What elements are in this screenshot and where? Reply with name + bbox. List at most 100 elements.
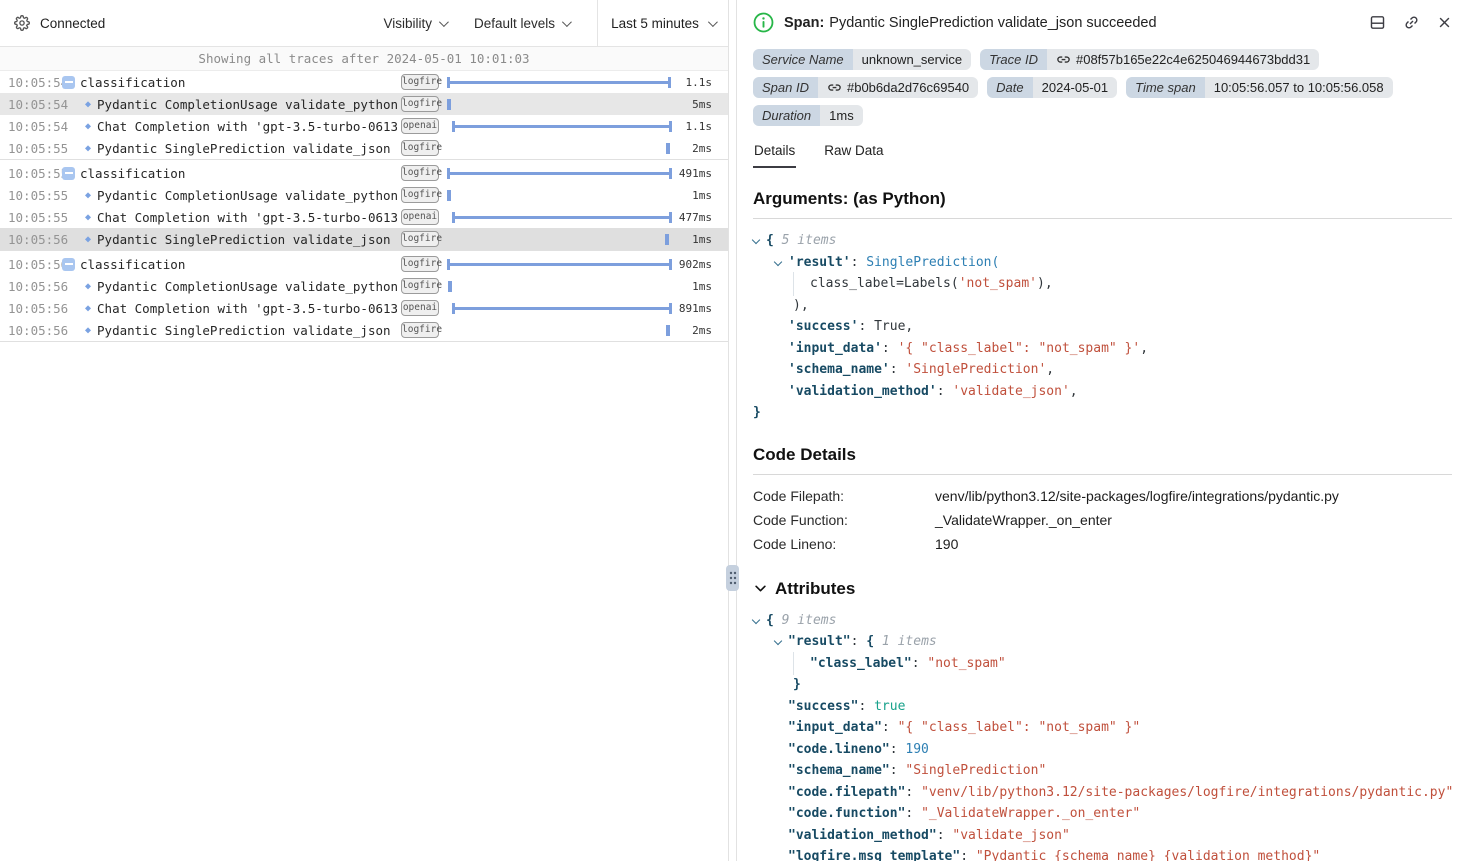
span-diamond-icon: ◆ xyxy=(85,303,91,314)
trace-row[interactable]: 10:05:54◆Pydantic CompletionUsage valida… xyxy=(0,93,728,115)
meta-badge: Service Nameunknown_service xyxy=(753,49,971,70)
trace-timestamp: 10:05:56 xyxy=(0,232,62,247)
trace-list: 10:05:54classificationlogfire1.1s10:05:5… xyxy=(0,71,728,344)
meta-badge[interactable]: Trace ID#08f57b165e22c4e625046944673bdd3… xyxy=(980,49,1319,70)
tree-line: "validation_method": "validate_json" xyxy=(753,825,1452,847)
settings-gear-icon[interactable] xyxy=(14,15,30,31)
duration-label: 491ms xyxy=(673,167,728,180)
token-punct: { xyxy=(766,613,774,628)
duration-bar-segment xyxy=(452,125,672,128)
token-key: "success" xyxy=(788,699,858,714)
visibility-dropdown[interactable]: Visibility xyxy=(383,16,446,31)
duration-label: 1ms xyxy=(673,233,728,246)
duration-bar xyxy=(447,162,673,184)
token-key: "code.lineno" xyxy=(788,742,890,757)
token-plain: : True, xyxy=(858,319,913,334)
link-icon xyxy=(827,80,842,95)
trace-timestamp: 10:05:55 xyxy=(0,210,62,225)
tree-line: "input_data": "{ "class_label": "not_spa… xyxy=(753,717,1452,739)
token-key: "validation_method" xyxy=(788,828,937,843)
duration-bar xyxy=(447,71,673,93)
panel-drag-handle[interactable] xyxy=(726,565,739,591)
instrumentation-badge: openai xyxy=(401,209,439,225)
duration-bar xyxy=(447,184,673,206)
indent-guide xyxy=(793,272,794,296)
span-diamond-icon: ◆ xyxy=(85,281,91,292)
row-lead: ◆ xyxy=(62,325,97,336)
token-plain: , xyxy=(1070,384,1078,399)
trace-row[interactable]: 10:05:55◆Pydantic SinglePrediction valid… xyxy=(0,137,728,159)
attributes-heading[interactable]: Attributes xyxy=(753,579,1452,599)
chevron-down-icon xyxy=(562,17,572,27)
tree-line: } xyxy=(753,402,1452,424)
duration-label: 1ms xyxy=(673,189,728,202)
trace-row[interactable]: 10:05:56◆Pydantic SinglePrediction valid… xyxy=(0,228,728,250)
trace-row[interactable]: 10:05:56◆Pydantic CompletionUsage valida… xyxy=(0,275,728,297)
info-icon xyxy=(753,12,774,33)
duration-bar-segment xyxy=(447,263,672,266)
trace-timestamp: 10:05:56 xyxy=(0,257,62,272)
trace-row[interactable]: 10:05:55◆Chat Completion with 'gpt-3.5-t… xyxy=(0,206,728,228)
tree-collapse-chevron[interactable] xyxy=(774,637,782,645)
trace-timestamp: 10:05:56 xyxy=(0,301,62,316)
tree-line: "success": true xyxy=(753,696,1452,718)
span-diamond-icon: ◆ xyxy=(85,99,91,110)
trace-toolbar: Connected Visibility Default levels Last… xyxy=(0,0,728,47)
duration-bar-segment xyxy=(665,234,669,245)
duration-bar-segment xyxy=(448,281,452,292)
badge-value: 1ms xyxy=(820,105,863,126)
collapse-toggle[interactable] xyxy=(62,258,75,271)
trace-row[interactable]: 10:05:55◆Pydantic CompletionUsage valida… xyxy=(0,184,728,206)
dock-panel-icon[interactable] xyxy=(1369,14,1386,31)
tree-line: 'result': SinglePrediction( xyxy=(753,252,1452,274)
row-lead xyxy=(62,258,80,271)
tab-raw-data[interactable]: Raw Data xyxy=(823,143,884,168)
tree-collapse-chevron[interactable] xyxy=(752,615,760,623)
row-lead: ◆ xyxy=(62,234,97,245)
badge-label: Span ID xyxy=(753,77,818,98)
time-range-select[interactable]: Last 5 minutes xyxy=(597,0,728,46)
trace-span-name: Pydantic SinglePrediction validate_json xyxy=(97,141,397,156)
default-levels-dropdown[interactable]: Default levels xyxy=(474,16,569,31)
token-str: "_ValidateWrapper._on_enter" xyxy=(921,806,1140,821)
token-str: 'SinglePrediction' xyxy=(905,362,1046,377)
token-plain: : xyxy=(905,806,921,821)
token-str: "{ "class_label": "not_spam" }" xyxy=(898,720,1141,735)
trace-row[interactable]: 10:05:55classificationlogfire491ms xyxy=(0,162,728,184)
close-icon[interactable] xyxy=(1437,15,1452,30)
collapse-toggle[interactable] xyxy=(62,167,75,180)
token-plain: : xyxy=(937,384,953,399)
trace-timestamp: 10:05:56 xyxy=(0,279,62,294)
trace-span-name: Pydantic CompletionUsage validate_python xyxy=(97,97,397,112)
trace-row[interactable]: 10:05:54◆Chat Completion with 'gpt-3.5-t… xyxy=(0,115,728,137)
badge-value: unknown_service xyxy=(853,49,971,70)
section-divider xyxy=(753,218,1452,219)
duration-bar xyxy=(447,206,673,228)
tab-details[interactable]: Details xyxy=(753,143,796,168)
badge-label: Trace ID xyxy=(980,49,1047,70)
trace-timestamp: 10:05:56 xyxy=(0,323,62,338)
trace-row[interactable]: 10:05:54classificationlogfire1.1s xyxy=(0,71,728,93)
duration-label: 902ms xyxy=(673,258,728,271)
tree-line: "code.lineno": 190 xyxy=(753,739,1452,761)
trace-row[interactable]: 10:05:56◆Pydantic SinglePrediction valid… xyxy=(0,319,728,341)
token-plain: : xyxy=(890,742,906,757)
meta-badge[interactable]: Span ID#b0b6da2d76c69540 xyxy=(753,77,978,98)
detail-tabs: Details Raw Data xyxy=(753,143,1452,168)
trace-span-name: Chat Completion with 'gpt-3.5-turbo-0613… xyxy=(97,119,397,134)
trace-row[interactable]: 10:05:56◆Chat Completion with 'gpt-3.5-t… xyxy=(0,297,728,319)
connection-status: Connected xyxy=(40,16,105,31)
collapse-toggle[interactable] xyxy=(62,76,75,89)
span-title-text: Pydantic SinglePrediction validate_json … xyxy=(829,15,1156,31)
instrumentation-badge: logfire xyxy=(401,256,439,272)
badge-label: Duration xyxy=(753,105,820,126)
duration-label: 1.1s xyxy=(673,120,728,133)
tree-collapse-chevron[interactable] xyxy=(774,257,782,265)
trace-span-name: Pydantic SinglePrediction validate_json xyxy=(97,323,397,338)
badge-value: 10:05:56.057 to 10:05:56.058 xyxy=(1205,77,1393,98)
tree-collapse-chevron[interactable] xyxy=(752,236,760,244)
trace-row[interactable]: 10:05:56classificationlogfire902ms xyxy=(0,253,728,275)
copy-link-icon[interactable] xyxy=(1399,10,1423,34)
token-plain: : xyxy=(960,849,976,861)
duration-label: 2ms xyxy=(673,142,728,155)
